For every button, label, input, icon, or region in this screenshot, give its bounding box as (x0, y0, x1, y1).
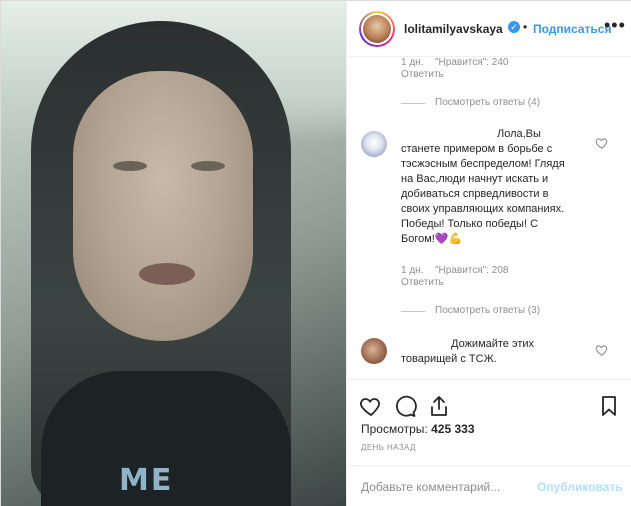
post-time[interactable]: ДЕНЬ НАЗАД (361, 443, 416, 452)
video-shirt-text: ME (119, 463, 174, 498)
like-heart-icon[interactable] (359, 394, 383, 418)
comment-age: 1 дн. (401, 57, 424, 68)
add-comment-input[interactable] (361, 478, 541, 496)
comment-line: на Вас,люди начнут искать и (401, 173, 549, 185)
view-replies-button[interactable]: Посмотреть ответы (4) (435, 97, 540, 108)
header-separator: • (523, 20, 528, 34)
post-frame: ME lolitamilyavskaya ✓ • Подписаться •••… (0, 0, 631, 506)
comment-line: Дожимайте этих (451, 338, 535, 350)
comment-age: 1 дн. (401, 265, 424, 276)
author-avatar[interactable] (359, 11, 395, 47)
views-label: Просмотры: (361, 422, 428, 436)
views-count[interactable]: Просмотры: 425 333 (361, 422, 475, 436)
comment-text: Лола,Вы станете примером в борьбе с тэсж… (401, 127, 601, 247)
comment-line: своих управляющих компаниях. (401, 203, 565, 215)
comment-line: тэсжэсным беспределом! Глядя (401, 158, 565, 170)
commenter-avatar[interactable] (361, 131, 387, 157)
video-face (73, 71, 253, 341)
save-bookmark-icon[interactable] (597, 394, 621, 418)
post-panel: lolitamilyavskaya ✓ • Подписаться ••• 1 … (346, 1, 631, 506)
view-replies-button[interactable]: Посмотреть ответы (3) (435, 305, 540, 316)
view-replies-line (401, 103, 425, 104)
post-header: lolitamilyavskaya ✓ • Подписаться ••• (347, 1, 631, 57)
follow-button[interactable]: Подписаться (533, 22, 611, 36)
comment-line: станете примером в борьбе с (401, 143, 553, 155)
video-eye-right (191, 161, 225, 171)
views-number: 425 333 (431, 422, 475, 436)
comment-likes[interactable]: "Нравится": 208 (435, 265, 508, 276)
share-icon[interactable] (427, 394, 451, 418)
comments-list[interactable]: 1 дн. "Нравится": 240 Ответить Посмотрет… (347, 57, 631, 379)
add-comment-bar: Опубликовать (347, 465, 631, 506)
comment-line: добиваться спрведливости в (401, 188, 549, 200)
comment-line: Лола,Вы (497, 128, 541, 140)
post-video[interactable]: ME (1, 1, 346, 506)
reply-button[interactable]: Ответить (401, 69, 444, 80)
like-comment-heart-icon[interactable] (595, 343, 609, 357)
comment-bubble-icon[interactable] (393, 394, 417, 418)
video-eye-left (113, 161, 147, 171)
like-comment-heart-icon[interactable] (595, 136, 609, 150)
more-options-icon[interactable]: ••• (604, 15, 626, 36)
reply-button[interactable]: Ответить (401, 277, 444, 288)
verified-badge-icon: ✓ (508, 21, 520, 33)
author-username[interactable]: lolitamilyavskaya (404, 22, 503, 36)
comment-text: Дожимайте этих товарищей с ТСЖ. (401, 337, 601, 367)
commenter-avatar[interactable] (361, 338, 387, 364)
post-actions: Просмотры: 425 333 ДЕНЬ НАЗАД (347, 379, 631, 465)
avatar-image (363, 15, 391, 43)
comment-likes[interactable]: "Нравится": 240 (435, 57, 508, 68)
view-replies-line (401, 311, 425, 312)
comment-line: Богом!💜💪 (401, 233, 463, 245)
comment-line: товарищей с ТСЖ. (401, 353, 497, 365)
publish-button[interactable]: Опубликовать (537, 480, 623, 494)
video-mouth (139, 263, 195, 285)
comment-line: Победы! Только победы! С (401, 218, 539, 230)
